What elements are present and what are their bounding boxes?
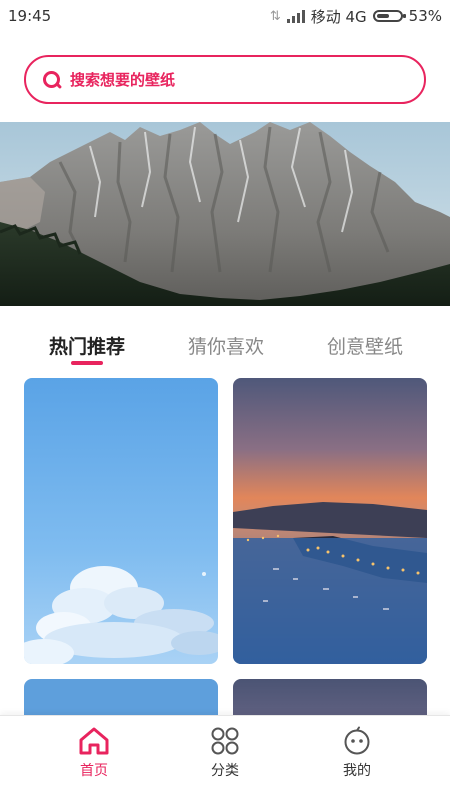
active-tab-indicator [71,361,103,365]
grid-icon [211,727,239,755]
home-icon [79,727,109,755]
bottom-navigation: 首页 分类 我的 [0,715,450,801]
tab-recommend[interactable]: 猜你喜欢 [188,332,264,359]
carrier-label: 移动 4G [310,7,367,26]
search-placeholder: 搜索想要的壁纸 [70,71,176,89]
nav-category-label: 分类 [211,763,239,779]
tab-creative[interactable]: 创意壁纸 [327,332,403,359]
status-bar: 19:45 ⇅ 移动 4G 53% [0,0,450,32]
battery-icon [372,10,406,22]
wallpaper-image [233,378,427,664]
tab-hot[interactable]: 热门推荐 [49,332,125,359]
nav-category[interactable]: 分类 [180,726,270,780]
face-icon [344,726,370,755]
nav-profile[interactable]: 我的 [312,726,402,780]
search-icon [42,70,63,90]
category-tabs: 热门推荐 猜你喜欢 创意壁纸 [0,328,450,368]
nav-home-label: 首页 [80,763,108,779]
battery-percent: 53% [408,7,442,25]
search-input[interactable]: 搜索想要的壁纸 [24,55,426,104]
wallpaper-card[interactable] [233,378,427,664]
data-transfer-icon: ⇅ [269,8,281,24]
banner-image[interactable] [0,122,450,306]
nav-home[interactable]: 首页 [49,726,139,780]
signal-icon [286,9,305,23]
nav-profile-label: 我的 [343,763,371,779]
wallpaper-image [24,378,218,664]
status-time: 19:45 [8,7,52,25]
status-indicators: ⇅ 移动 4G 53% [270,6,442,27]
wallpaper-card[interactable] [24,378,218,664]
battery-fill [376,14,389,18]
